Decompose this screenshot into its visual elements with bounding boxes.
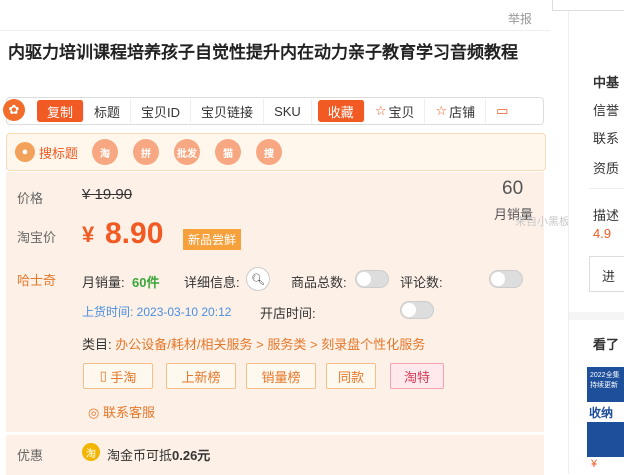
category-link-3[interactable]: 刻录盘个性化服务 <box>321 337 425 352</box>
detail-info-label: 详细信息: <box>184 275 240 290</box>
new-list-button[interactable]: 上新榜 <box>166 363 236 389</box>
search-title-bar: ● 搜标题 淘 拼 批发 猫 搜 <box>6 133 546 171</box>
listed-time: 上货时间: 2023-03-10 20:12 <box>82 305 232 319</box>
qualification-label: 资质 <box>593 161 620 176</box>
search-icon[interactable]: 🔍︎ <box>246 267 270 291</box>
current-price: 8.90 <box>105 217 164 250</box>
tmall-icon[interactable]: 猫 <box>215 139 242 165</box>
promo-row: 优惠 淘 淘金币可抵 0.26元 <box>6 434 544 475</box>
original-price: ¥ 19.90 <box>82 186 133 203</box>
category-sep: > <box>256 337 264 352</box>
fav-item-button[interactable]: ☆ 宝贝 <box>365 99 426 123</box>
credit-label: 信誉 <box>593 103 620 118</box>
search-title-label[interactable]: 搜标题 <box>39 143 78 162</box>
report-bar: 举报 <box>0 0 550 31</box>
report-link[interactable]: 举报 <box>508 10 532 27</box>
promo-label: 优惠 <box>17 448 44 463</box>
watermark-text: 来自小黑板 <box>515 216 570 228</box>
recommended-price: ¥ <box>591 458 598 470</box>
dog-icon: ● <box>15 142 35 162</box>
category-link-1[interactable]: 办公设备/耗材/相关服务 <box>115 337 252 352</box>
price-label: 价格 <box>17 191 44 206</box>
open-time-label: 开店时间: <box>260 306 316 321</box>
folder-icon[interactable]: ▭ <box>486 99 518 123</box>
fav-shop-button[interactable]: ☆ 店铺 <box>425 99 487 123</box>
toolbar: ✿ 复制 标题 宝贝ID 宝贝链接 SKU 收藏 ☆ 宝贝 ☆ 店铺 ▭ <box>3 97 544 125</box>
new-item-badge: 新品尝鲜 <box>183 229 242 250</box>
category-sep: > <box>309 337 318 352</box>
same-item-button[interactable]: 同款 <box>326 363 376 389</box>
taojinbi-icon: 淘 <box>82 443 100 461</box>
phone-icon: ▯ <box>99 368 111 383</box>
copy-item-id-button[interactable]: 宝贝ID <box>131 99 192 123</box>
price-panel: 价格 ¥ 19.90 60 月销量 淘宝价 ¥ 8.90 新品尝鲜 哈士奇 月销… <box>6 172 544 432</box>
copy-sku-button[interactable]: SKU <box>264 99 312 123</box>
sidebar-divider <box>589 188 624 189</box>
sales-list-button[interactable]: 销量榜 <box>246 363 316 389</box>
fav-button[interactable]: 收藏 <box>317 100 365 122</box>
sidebar-section-gap <box>569 312 624 320</box>
product-title: 内驱力培训课程培养孩子自觉性提升内在动力亲子教育学习音频教程 <box>8 43 518 62</box>
pifa-icon[interactable]: 批发 <box>174 139 201 165</box>
recommended-thumbnail[interactable]: 2022全集 持续更新 收纳 <box>587 367 624 457</box>
viewed-also-title: 看了 <box>593 337 620 352</box>
promo-text-value: 0.26元 <box>172 448 211 463</box>
taobao-icon[interactable]: 淘 <box>92 139 119 165</box>
enter-shop-button[interactable]: 进 <box>589 256 624 292</box>
star-icon: ☆ <box>374 103 387 118</box>
currency-symbol: ¥ <box>82 222 95 247</box>
copy-title-button[interactable]: 标题 <box>84 99 132 123</box>
category-link-2[interactable]: 服务类 <box>267 337 306 352</box>
contact-label: 联系 <box>593 131 620 146</box>
copy-button[interactable]: 复制 <box>37 100 85 122</box>
star-icon: ☆ <box>435 103 448 118</box>
contact-service-link[interactable]: ◎ 联系客服 <box>88 402 155 421</box>
taote-button[interactable]: 淘特 <box>390 363 444 389</box>
husky-monthly-label: 月销量: <box>82 275 125 290</box>
review-count-label: 评论数: <box>400 275 443 290</box>
monthly-sales-count: 60 <box>502 178 524 199</box>
shop-sidebar: 中基 信誉 联系 资质 描述 4.9 进 看了 2022全集 持续更新 收纳 ¥ <box>568 0 624 474</box>
sidebar-top-edge <box>552 0 624 11</box>
other-search-icon[interactable]: 搜 <box>256 139 283 165</box>
pinduoduo-icon[interactable]: 拼 <box>133 139 160 165</box>
goods-total-toggle[interactable] <box>355 270 389 288</box>
gear-icon[interactable]: ✿ <box>3 99 25 121</box>
desc-label: 描述 <box>593 208 620 223</box>
mobile-taobao-button[interactable]: ▯ 手淘 <box>83 363 153 389</box>
husky-monthly-value: 60件 <box>132 275 160 290</box>
chat-icon: ◎ <box>88 405 103 420</box>
promo-text-prefix: 淘金币可抵 <box>107 448 173 463</box>
taobao-price-label: 淘宝价 <box>17 230 57 245</box>
goods-total-label: 商品总数: <box>291 275 347 290</box>
category-label: 类目: <box>82 337 112 352</box>
husky-label: 哈士奇 <box>17 273 57 288</box>
copy-item-link-button[interactable]: 宝贝链接 <box>191 99 265 123</box>
open-time-toggle[interactable] <box>399 301 434 319</box>
category-path: 类目: 办公设备/耗材/相关服务 > 服务类 > 刻录盘个性化服务 <box>82 334 425 353</box>
review-count-toggle[interactable] <box>489 270 524 288</box>
desc-score: 4.9 <box>593 226 612 241</box>
shop-name: 中基 <box>593 75 620 90</box>
